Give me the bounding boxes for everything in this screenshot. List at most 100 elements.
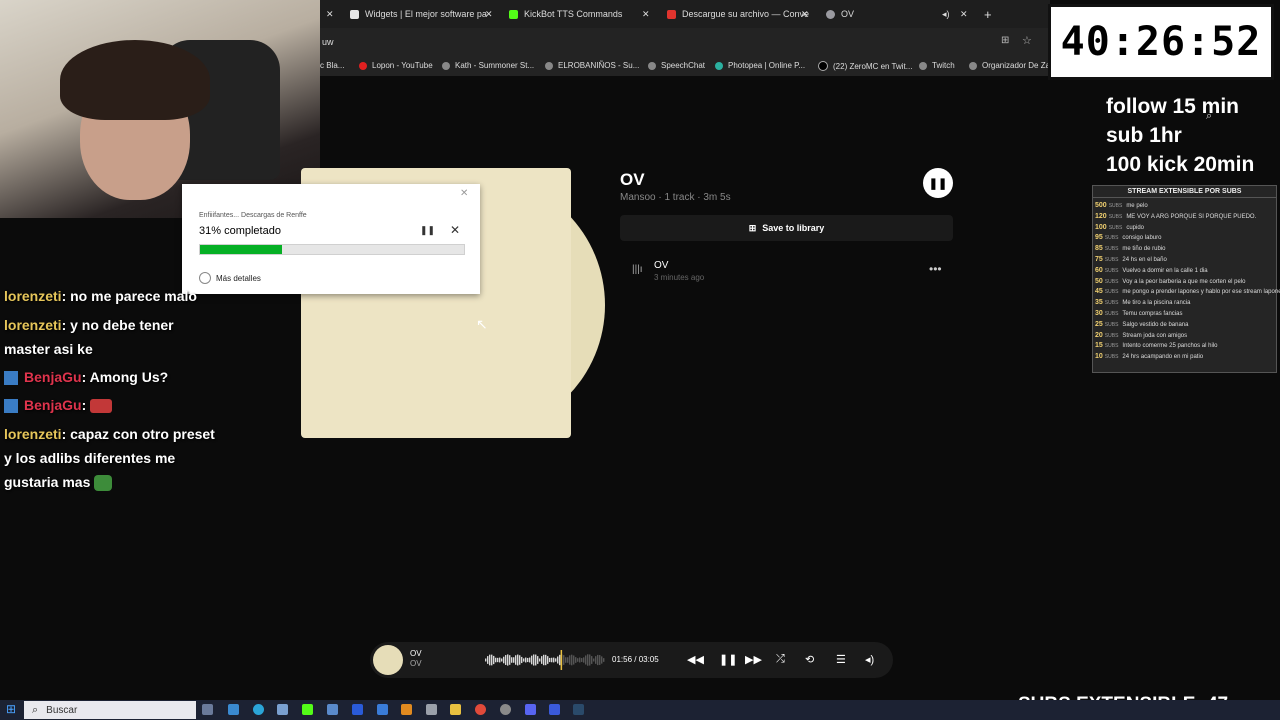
bookmark-label: ELROBANIÑOS - Su... bbox=[558, 61, 640, 70]
player-title: OV bbox=[410, 649, 422, 658]
waveform-bar bbox=[541, 656, 543, 664]
subs-reward: me pongo a prender lapones y hablo por e… bbox=[1122, 289, 1280, 296]
subs-unit: SUBS bbox=[1104, 235, 1119, 242]
track-row-title[interactable]: OV bbox=[654, 260, 668, 271]
app-icon[interactable] bbox=[228, 704, 239, 715]
goal-line: follow 15 min bbox=[1106, 95, 1240, 118]
waveform-seekbar[interactable] bbox=[485, 650, 605, 670]
pause-icon[interactable]: ❚❚ bbox=[719, 653, 737, 666]
tab-close-icon[interactable]: ✕ bbox=[326, 3, 334, 25]
bookmark-item[interactable]: Lopon - YouTube bbox=[359, 61, 433, 70]
app-icon[interactable] bbox=[377, 704, 388, 715]
goals-list: follow 15 min sub 1hr 100 kick 20min bbox=[1106, 92, 1254, 179]
chat-username: lorenzeti bbox=[4, 426, 62, 442]
app-icon[interactable] bbox=[426, 704, 437, 715]
store-icon[interactable] bbox=[277, 704, 288, 715]
subs-reward: Voy a la peor barberia a que me corten e… bbox=[1122, 278, 1246, 285]
star-icon[interactable]: ☆ bbox=[1022, 34, 1032, 47]
queue-icon[interactable]: ☰ bbox=[836, 653, 846, 666]
subs-reward: Salgo vestido de banana bbox=[1122, 321, 1189, 328]
bookmark-item[interactable]: c Bla... bbox=[320, 61, 344, 70]
bookmark-label: Lopon - YouTube bbox=[372, 61, 433, 70]
task-view-icon[interactable] bbox=[202, 704, 213, 715]
bookmark-item[interactable]: Photopea | Online P... bbox=[715, 61, 805, 70]
app-icon[interactable] bbox=[549, 704, 560, 715]
chat-text: : capaz con otro preset bbox=[61, 426, 215, 442]
cancel-download-button[interactable]: ✕ bbox=[450, 223, 460, 237]
waveform-bar bbox=[591, 656, 593, 664]
tab-convert[interactable]: Descargue su archivo — Conve bbox=[667, 3, 809, 25]
tab-widgets[interactable]: Widgets | El mejor software pa bbox=[350, 3, 487, 25]
address-bar[interactable]: uw ⊞ ☆ bbox=[320, 28, 1050, 56]
playhead[interactable] bbox=[560, 650, 563, 670]
more-details-toggle[interactable]: Más detalles bbox=[199, 272, 261, 284]
edge-icon[interactable] bbox=[253, 704, 264, 715]
speaker-icon[interactable]: ◂) bbox=[942, 3, 950, 25]
tab-close-icon[interactable]: ✕ bbox=[960, 3, 968, 25]
waveform-bar bbox=[503, 656, 505, 664]
bookmark-item[interactable]: Organizador De Za bbox=[969, 61, 1050, 70]
pause-button[interactable]: ❚❚ bbox=[923, 168, 953, 198]
x-icon bbox=[818, 61, 828, 71]
tab-close-icon[interactable]: ✕ bbox=[801, 3, 809, 25]
bookmark-item[interactable]: ELROBANIÑOS - Su... bbox=[545, 61, 639, 70]
subs-panel-title: STREAM EXTENSIBLE POR SUBS bbox=[1093, 188, 1276, 198]
waveform-bar bbox=[537, 656, 539, 664]
new-tab-button[interactable]: + bbox=[984, 3, 992, 25]
chat-message: BenjaGu: bbox=[4, 393, 113, 417]
taskbar-search-input[interactable]: ⌕ Buscar bbox=[24, 701, 196, 719]
tab-close-icon[interactable]: ✕ bbox=[642, 3, 650, 25]
word-icon[interactable] bbox=[352, 704, 363, 715]
track-title: OV bbox=[620, 170, 645, 189]
window-close-icon[interactable]: ✕ bbox=[460, 188, 468, 199]
app-icon[interactable] bbox=[500, 704, 511, 715]
rewind-icon[interactable]: ◀◀ bbox=[687, 653, 704, 666]
subs-row: 15 SUBS Intento comerme 25 panchos al hilo bbox=[1095, 342, 1217, 349]
translate-icon[interactable]: ⊞ bbox=[1001, 35, 1009, 46]
player-artwork[interactable] bbox=[373, 645, 403, 675]
bookmark-label: (22) ZeroMC en Twit... bbox=[833, 61, 913, 71]
subs-row: 35 SUBS Me tiro a la piscina rancia bbox=[1095, 299, 1190, 306]
waveform-bar bbox=[495, 657, 497, 663]
save-to-library-button[interactable]: ⊞ Save to library bbox=[620, 215, 953, 241]
steam-icon[interactable] bbox=[573, 704, 584, 715]
chat-text: gustaria mas bbox=[4, 474, 91, 490]
fast-forward-icon[interactable]: ▶▶ bbox=[745, 653, 762, 666]
subs-row: 75 SUBS 24 hs en el baño bbox=[1095, 256, 1167, 263]
discord-icon[interactable] bbox=[525, 704, 536, 715]
bookmark-item[interactable]: SpeechChat bbox=[648, 61, 705, 70]
subs-count: 50 bbox=[1095, 277, 1103, 285]
search-icon[interactable]: ⌕ bbox=[1206, 110, 1212, 123]
waveform-bar bbox=[505, 655, 507, 665]
search-placeholder: Buscar bbox=[46, 704, 78, 716]
repeat-icon[interactable]: ⟲ bbox=[805, 653, 814, 666]
volume-icon[interactable]: ◂) bbox=[865, 653, 874, 666]
tab-favicon-icon bbox=[667, 9, 676, 19]
tab-kickbot[interactable]: KickBot TTS Commands bbox=[509, 3, 622, 25]
subs-count: 20 bbox=[1095, 331, 1103, 339]
app-icon[interactable] bbox=[401, 704, 412, 715]
chevron-down-icon bbox=[199, 272, 211, 284]
tab-ov[interactable]: OV bbox=[826, 3, 854, 25]
chat-text: master asi ke bbox=[4, 341, 93, 357]
subs-count: 85 bbox=[1095, 245, 1103, 253]
subs-count: 10 bbox=[1095, 353, 1103, 361]
waveform-bar bbox=[485, 658, 487, 662]
tab-close-icon[interactable]: ✕ bbox=[485, 3, 493, 25]
app-icon[interactable] bbox=[327, 704, 338, 715]
tab-favicon-icon bbox=[350, 9, 359, 19]
bookmark-item[interactable]: (22) ZeroMC en Twit... bbox=[818, 61, 912, 71]
windows-start-icon[interactable]: ⊞ bbox=[6, 702, 16, 716]
shuffle-icon[interactable]: ⤮ bbox=[776, 653, 785, 666]
subs-unit: SUBS bbox=[1104, 321, 1119, 328]
chrome-icon[interactable] bbox=[475, 704, 486, 715]
kick-app-icon[interactable] bbox=[302, 704, 313, 715]
more-options-icon[interactable]: ••• bbox=[929, 262, 942, 276]
subs-row: 500 SUBS me pelo bbox=[1095, 202, 1148, 209]
folder-icon[interactable] bbox=[450, 704, 461, 715]
subs-row: 100 SUBS cupido bbox=[1095, 224, 1144, 231]
bookmark-item[interactable]: Kath - Summoner St... bbox=[442, 61, 534, 70]
pause-download-button[interactable]: ❚❚ bbox=[420, 225, 435, 236]
chat-message: y los adlibs diferentes me bbox=[4, 446, 175, 470]
bookmark-item[interactable]: Twitch bbox=[919, 61, 955, 70]
